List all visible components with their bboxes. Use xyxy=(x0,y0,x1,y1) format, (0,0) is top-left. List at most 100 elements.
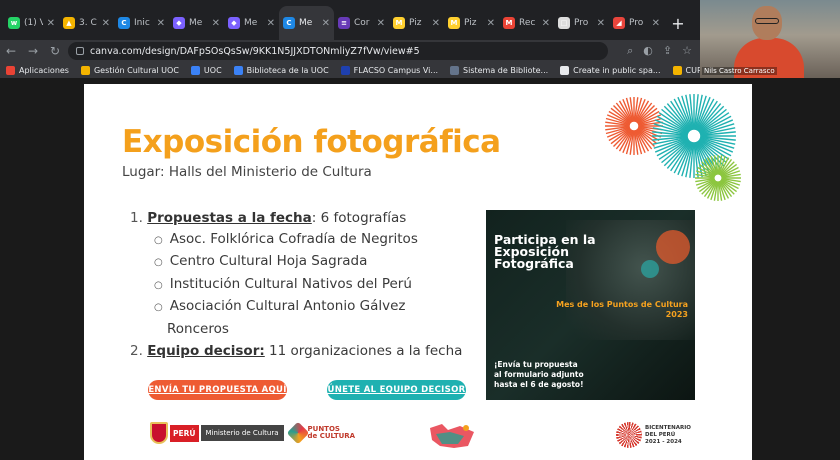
url-text: canva.com/design/DAFpSOsQsSw/9KK1N5JJXDT… xyxy=(90,45,420,57)
poster-subtitle-line: 2023 xyxy=(665,310,688,319)
close-icon[interactable]: ✕ xyxy=(212,18,220,29)
slide-subtitle: Lugar: Halls del Ministerio de Cultura xyxy=(122,164,372,180)
bicentenario-line: BICENTENARIO xyxy=(645,424,691,431)
browser-tab[interactable]: ◆ Me ✕ xyxy=(169,6,224,40)
whatsapp-icon: w xyxy=(8,17,20,29)
zoom-icon[interactable]: ⌕ xyxy=(627,44,633,58)
back-icon[interactable]: ← xyxy=(0,44,22,58)
bookmark-label: FLACSO Campus Vi... xyxy=(353,65,439,75)
bicentenario-line: DEL PERÚ xyxy=(645,431,676,438)
close-icon[interactable]: ✕ xyxy=(487,18,495,29)
poster-subtitle: Mes de los Puntos de Cultura 2023 xyxy=(536,300,688,320)
peru-label: PERÚ xyxy=(170,424,199,442)
puntos-cultura-icon xyxy=(286,421,309,445)
close-icon[interactable]: ✕ xyxy=(322,18,330,29)
incognito-icon[interactable]: ◐ xyxy=(643,44,653,58)
share-icon[interactable]: ⇪ xyxy=(663,44,672,58)
bicentenario-icon xyxy=(616,422,642,448)
bookmark-item[interactable]: Create in public spa... xyxy=(560,65,661,75)
close-icon[interactable]: ✕ xyxy=(542,18,550,29)
burst-ray xyxy=(612,104,632,124)
browser-tab[interactable]: ▲ 3. C ✕ xyxy=(59,6,114,40)
tab-label: Me xyxy=(299,18,313,28)
address-bar[interactable]: canva.com/design/DAFpSOsQsSw/9KK1N5JJXDT… xyxy=(68,42,608,60)
list-item: Institución Cultural Nativos del Perú xyxy=(130,274,462,297)
participant-video: Nils Castro Carrasco xyxy=(700,0,840,78)
bookmark-item[interactable]: Gestión Cultural UOC xyxy=(80,65,179,75)
close-icon[interactable]: ✕ xyxy=(47,18,55,29)
glasses-icon xyxy=(755,18,779,24)
poster-footer-line: ¡Envía tu propuesta xyxy=(494,360,578,369)
bookmark-icon xyxy=(560,65,570,75)
browser-tab[interactable]: M Piz ✕ xyxy=(444,6,499,40)
star-icon[interactable]: ☆ xyxy=(682,44,692,58)
list-item: Asoc. Folklórica Cofradía de Negritos xyxy=(130,229,462,252)
bookmark-icon xyxy=(190,65,200,75)
browser-tab[interactable]: M Piz ✕ xyxy=(389,6,444,40)
puntos-cultura-text: PUNTOS de CULTURA xyxy=(308,426,356,440)
sunburst-decoration xyxy=(605,94,741,201)
browser-tab[interactable]: □ Pro ✕ xyxy=(554,6,609,40)
equipo-link[interactable]: Equipo decisor: xyxy=(147,343,265,359)
list-item-propuestas: 1. Propuestas a la fecha: 6 fotografías xyxy=(130,208,462,229)
bookmark-label: Aplicaciones xyxy=(19,65,69,75)
bookmark-label: Biblioteca de la UOC xyxy=(246,65,329,75)
bookmark-item[interactable]: FLACSO Campus Vi... xyxy=(340,65,439,75)
burst-ray xyxy=(636,128,656,148)
bookmark-label: Sistema de Bibliote... xyxy=(463,65,549,75)
bookmark-item[interactable]: Biblioteca de la UOC xyxy=(233,65,329,75)
browser-tab[interactable]: M Rec ✕ xyxy=(499,6,554,40)
propuestas-count: : 6 fotografías xyxy=(311,210,407,226)
miro-icon: M xyxy=(448,17,460,29)
burst-ray xyxy=(612,128,632,148)
browser-tab[interactable]: ≡ Cor ✕ xyxy=(334,6,389,40)
browser-tab[interactable]: C Inic ✕ xyxy=(114,6,169,40)
bookmark-item[interactable]: UOC xyxy=(190,65,222,75)
poster-footer: ¡Envía tu propuesta al formulario adjunt… xyxy=(494,360,584,390)
close-icon[interactable]: ✕ xyxy=(102,18,110,29)
tab-label: Rec xyxy=(519,18,536,28)
list-number: 1. xyxy=(130,210,143,226)
bookmark-icon xyxy=(233,65,243,75)
close-icon[interactable]: ✕ xyxy=(267,18,275,29)
tab-label: Piz xyxy=(464,18,477,28)
browser-tab[interactable]: ◆ Me ✕ xyxy=(224,6,279,40)
drive-icon: ▲ xyxy=(63,17,75,29)
close-icon[interactable]: ✕ xyxy=(157,18,165,29)
bookmark-item[interactable]: Aplicaciones xyxy=(6,65,69,75)
new-tab-button[interactable]: + xyxy=(664,6,692,40)
bookmark-icon xyxy=(672,65,682,75)
join-team-button[interactable]: ÚNETE AL EQUIPO DECISOR xyxy=(327,380,466,400)
tab-strip: w (1) V ✕ ▲ 3. C ✕ C Inic ✕ ◆ Me ✕ ◆ Me ✕ C Me ✕ ≡ Cor ✕ M Piz… xyxy=(0,0,700,40)
bookmark-item[interactable]: Sistema de Bibliote... xyxy=(450,65,549,75)
propuestas-link[interactable]: Propuestas a la fecha xyxy=(147,210,312,226)
content-list: 1. Propuestas a la fecha: 6 fotografías … xyxy=(130,208,462,362)
poster-image: Participa en la Exposición Fotográfica M… xyxy=(486,210,695,400)
pdf-icon: ◢ xyxy=(613,17,625,29)
tab-label: Me xyxy=(244,18,258,28)
close-icon[interactable]: ✕ xyxy=(432,18,440,29)
forward-icon[interactable]: → xyxy=(22,44,44,58)
bookmark-label: Create in public spa... xyxy=(573,65,661,75)
form-icon: ◆ xyxy=(228,17,240,29)
tab-label: Pro xyxy=(629,18,644,28)
browser-tab[interactable]: C Me ✕ xyxy=(279,6,334,40)
bookmark-label: UOC xyxy=(203,65,222,75)
reload-icon[interactable]: ↻ xyxy=(44,44,66,58)
poster-teal-burst xyxy=(641,260,659,278)
close-icon[interactable]: ✕ xyxy=(597,18,605,29)
tab-label: Piz xyxy=(409,18,422,28)
poster-footer-line: al formulario adjunto xyxy=(494,370,584,379)
puntos-line: de CULTURA xyxy=(307,432,356,440)
browser-tab[interactable]: ◢ Pro ✕ xyxy=(609,6,664,40)
puntos-cultura-logo: PUNTOS de CULTURA xyxy=(286,421,356,445)
close-icon[interactable]: ✕ xyxy=(377,18,385,29)
canva-icon: C xyxy=(283,17,295,29)
close-icon[interactable]: ✕ xyxy=(652,18,660,29)
browser-tab[interactable]: w (1) V ✕ xyxy=(4,6,59,40)
send-proposal-button[interactable]: ENVÍA TU PROPUESTA AQUÍ xyxy=(148,380,287,400)
list-number: 2. xyxy=(130,343,143,359)
page-title: Exposición fotográfica xyxy=(122,124,501,160)
tab-label: Me xyxy=(189,18,203,28)
ministerio-label: Ministerio de Cultura xyxy=(200,425,284,441)
